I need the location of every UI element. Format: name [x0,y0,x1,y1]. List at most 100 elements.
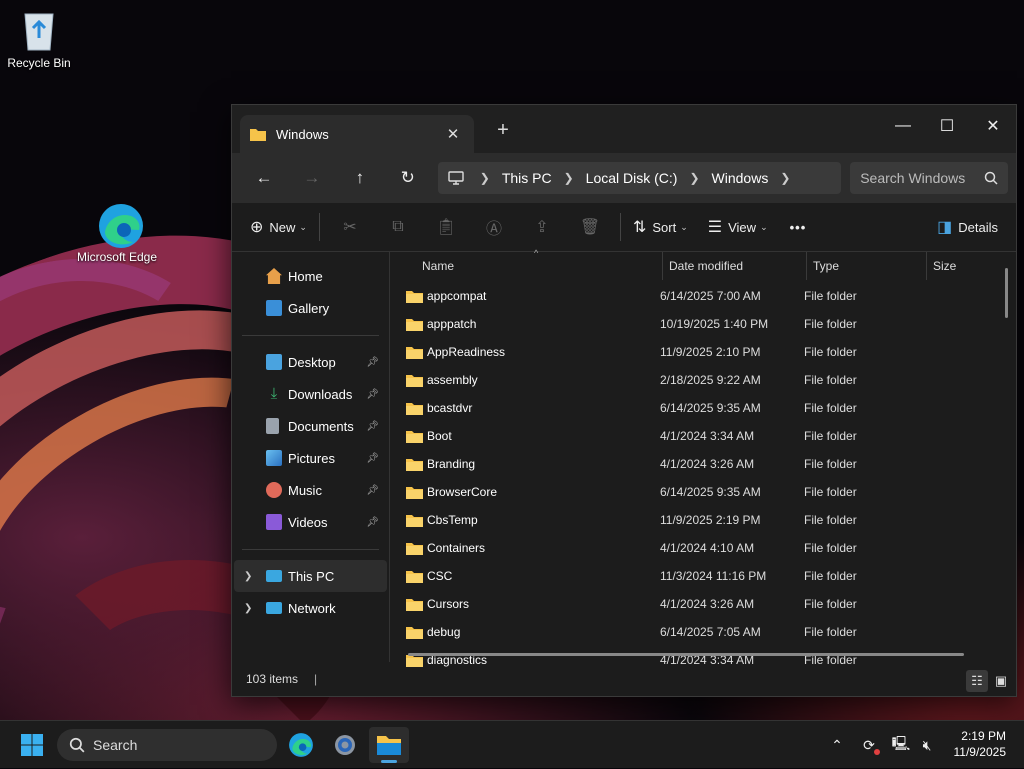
tab-windows[interactable]: Windows ✕ [240,115,474,153]
table-row[interactable]: Boot 4/1/2024 3:34 AM File folder [406,422,998,450]
table-row[interactable]: CbsTemp 11/9/2025 2:19 PM File folder [406,506,998,534]
details-pane-button[interactable]: ◨ Details [931,210,1004,244]
sidebar-item-label: Videos [288,514,328,530]
type-cell: File folder [804,457,857,471]
back-button[interactable]: ← [240,161,288,195]
new-button[interactable]: ⊕ New ⌄ [244,210,313,244]
table-row[interactable]: assembly 2/18/2025 9:22 AM File folder [406,366,998,394]
search-icon [69,737,85,753]
divider [242,335,379,336]
sidebar-item-pictures[interactable]: Pictures 📌︎ [234,442,387,474]
taskbar-settings[interactable] [325,727,365,763]
list-view-icon: ☰ [707,219,723,236]
type-cell: File folder [804,569,857,583]
pin-icon[interactable]: 📌︎ [366,517,379,528]
windows-logo-icon [21,734,43,756]
cut-button[interactable]: ✂ [326,210,374,244]
breadcrumb-item-local-disk[interactable]: Local Disk (C:) [586,170,678,186]
sidebar-item-videos[interactable]: Videos 📌︎ [234,506,387,538]
vertical-scrollbar[interactable] [1005,268,1008,318]
table-row[interactable]: Cursors 4/1/2024 3:26 AM File folder [406,590,998,618]
horizontal-scrollbar[interactable] [408,653,964,656]
update-status-button[interactable]: ⟳ [858,721,880,769]
copy-button[interactable]: ⧉ [374,210,422,244]
forward-button[interactable]: → [288,161,336,195]
title-bar: Windows ✕ + — ☐ ✕ [232,105,1016,153]
details-view-button[interactable]: ☷ [966,670,988,692]
sidebar-item-network[interactable]: ❯ Network [234,592,387,624]
delete-button[interactable]: 🗑︎ [566,210,614,244]
edge-icon [289,733,313,757]
type-cell: File folder [804,317,857,331]
chevron-right-icon: ❯ [563,171,574,185]
sort-button[interactable]: ⇅ Sort ⌄ [627,210,694,244]
table-row[interactable]: appcompat 6/14/2025 7:00 AM File folder [406,282,998,310]
network-status-button[interactable]: 🖳︎ [890,721,912,769]
table-row[interactable]: apppatch 10/19/2025 1:40 PM File folder [406,310,998,338]
chevron-right-icon[interactable]: ❯ [244,571,252,582]
search-box[interactable]: Search Windows [850,162,1009,194]
pin-icon[interactable]: 📌︎ [366,389,379,400]
minimize-button[interactable]: — [880,111,926,141]
sidebar-item-label: Documents [288,418,354,434]
start-button[interactable] [12,727,52,763]
pin-icon[interactable]: 📌︎ [366,421,379,432]
more-options-button[interactable]: ••• [784,210,813,244]
sidebar-item-this-pc[interactable]: ❯ This PC [234,560,387,592]
column-header-name[interactable]: Name ^ [390,248,663,280]
table-row[interactable]: Branding 4/1/2024 3:26 AM File folder [406,450,998,478]
breadcrumb[interactable]: ❯ This PC ❯ Local Disk (C:) ❯ Windows ❯ [437,162,842,194]
table-row[interactable]: AppReadiness 11/9/2025 2:10 PM File folder [406,338,998,366]
sidebar-item-home[interactable]: Home [234,260,387,292]
folder-icon [377,736,401,755]
table-row[interactable]: bcastdvr 6/14/2025 9:35 AM File folder [406,394,998,422]
desktop-icon-edge[interactable]: Microsoft Edge [75,202,159,264]
sidebar-item-gallery[interactable]: Gallery [234,292,387,324]
file-name-cell: Boot [406,429,660,443]
file-rows: appcompat 6/14/2025 7:00 AM File folder app… [390,280,1016,674]
paste-button[interactable]: 📋︎ [422,210,470,244]
close-window-button[interactable]: ✕ [970,111,1016,141]
folder-icon [406,458,423,471]
sidebar-item-documents[interactable]: Documents 📌︎ [234,410,387,442]
breadcrumb-item-windows[interactable]: Windows [712,170,769,186]
table-row[interactable]: Containers 4/1/2024 4:10 AM File folder [406,534,998,562]
taskbar-edge[interactable] [281,727,321,763]
taskbar: Search ⌃ ⟳ 🖳︎ 🔇︎ 2:19 PM 11/9/2025 [0,720,1024,768]
volume-button[interactable]: 🔇︎ [916,721,938,769]
date-modified-cell: 11/9/2025 2:10 PM [660,345,761,359]
sidebar-item-desktop[interactable]: Desktop 📌︎ [234,346,387,378]
breadcrumb-item-this-pc[interactable]: This PC [502,170,552,186]
sidebar-item-music[interactable]: Music 📌︎ [234,474,387,506]
system-clock[interactable]: 2:19 PM 11/9/2025 [954,728,1007,760]
pin-icon[interactable]: 📌︎ [366,453,379,464]
share-button[interactable]: ⇪ [518,210,566,244]
pin-icon[interactable]: 📌︎ [366,357,379,368]
maximize-button[interactable]: ☐ [924,111,970,141]
clock-date: 11/9/2025 [953,745,1007,759]
sidebar-item-downloads[interactable]: ⤓ Downloads 📌︎ [234,378,387,410]
show-hidden-icons-button[interactable]: ⌃ [826,721,848,769]
column-header-type[interactable]: Type [807,252,927,280]
new-tab-button[interactable]: + [492,119,514,142]
column-header-date[interactable]: Date modified [663,252,807,280]
table-row[interactable]: BrowserCore 6/14/2025 9:35 AM File folder [406,478,998,506]
up-button[interactable]: ↑ [336,161,384,195]
table-row[interactable]: debug 6/14/2025 7:05 AM File folder [406,618,998,646]
column-header-size[interactable]: Size [927,252,997,280]
taskbar-file-explorer[interactable] [369,727,409,763]
close-tab-button[interactable]: ✕ [442,125,464,143]
view-button[interactable]: ☰ View ⌄ [702,210,774,244]
taskbar-search[interactable]: Search [57,729,277,761]
desktop-icon-recycle-bin[interactable]: Recycle Bin [0,8,81,70]
rename-button[interactable]: Ⓐ [470,210,518,244]
date-modified-cell: 2/18/2025 9:22 AM [660,373,761,387]
chevron-right-icon[interactable]: ❯ [244,603,252,614]
refresh-button[interactable]: ↻ [384,161,432,195]
table-row[interactable]: CSC 11/3/2024 11:16 PM File folder [406,562,998,590]
date-modified-cell: 11/3/2024 11:16 PM [660,569,767,583]
tiles-view-button[interactable]: ▣ [990,670,1012,692]
plus-circle-icon: ⊕ [250,219,264,236]
chevron-right-icon[interactable]: ❯ [780,171,790,185]
pin-icon[interactable]: 📌︎ [366,485,379,496]
